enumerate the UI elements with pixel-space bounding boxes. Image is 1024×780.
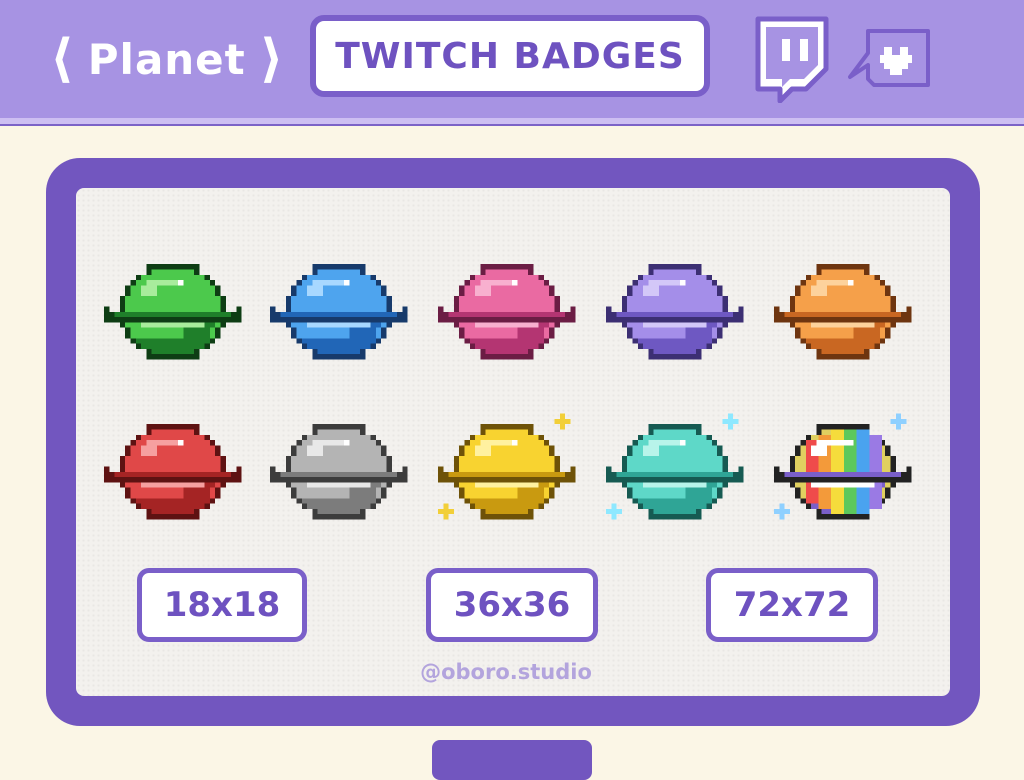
watermark: @oboro.studio	[420, 660, 592, 684]
size-label-medium: 36x36	[426, 568, 598, 642]
chevron-left-icon[interactable]: ⟨	[50, 33, 74, 85]
planet-orange-icon	[774, 264, 912, 360]
heart-chat-bubble-icon[interactable]	[844, 27, 934, 97]
planet-rainbow-icon	[774, 413, 912, 520]
size-label-small: 18x18	[137, 568, 307, 642]
chevron-right-icon[interactable]: ⟩	[260, 33, 284, 85]
page-title: Planet	[87, 34, 246, 84]
size-label-text: 72x72	[733, 585, 851, 625]
display-stand	[432, 740, 592, 780]
banner-title: TWITCH BADGES	[335, 35, 685, 77]
title-group: ⟨ Planet ⟩	[50, 24, 284, 94]
size-label-text: 36x36	[453, 585, 571, 625]
planet-purple-icon	[606, 264, 744, 360]
size-label-text: 18x18	[163, 585, 281, 625]
planet-gold-icon	[438, 413, 576, 520]
size-label-large: 72x72	[706, 568, 878, 642]
planet-blue-icon	[270, 264, 408, 360]
planet-green-icon	[104, 264, 242, 360]
planet-teal-icon	[606, 413, 744, 520]
banner-box: TWITCH BADGES	[310, 15, 710, 97]
planet-silver-icon	[270, 424, 408, 520]
planet-pink-icon	[438, 264, 576, 360]
twitch-logo-icon[interactable]	[752, 15, 832, 103]
planet-red-icon	[104, 424, 242, 520]
header-divider	[0, 118, 1024, 124]
